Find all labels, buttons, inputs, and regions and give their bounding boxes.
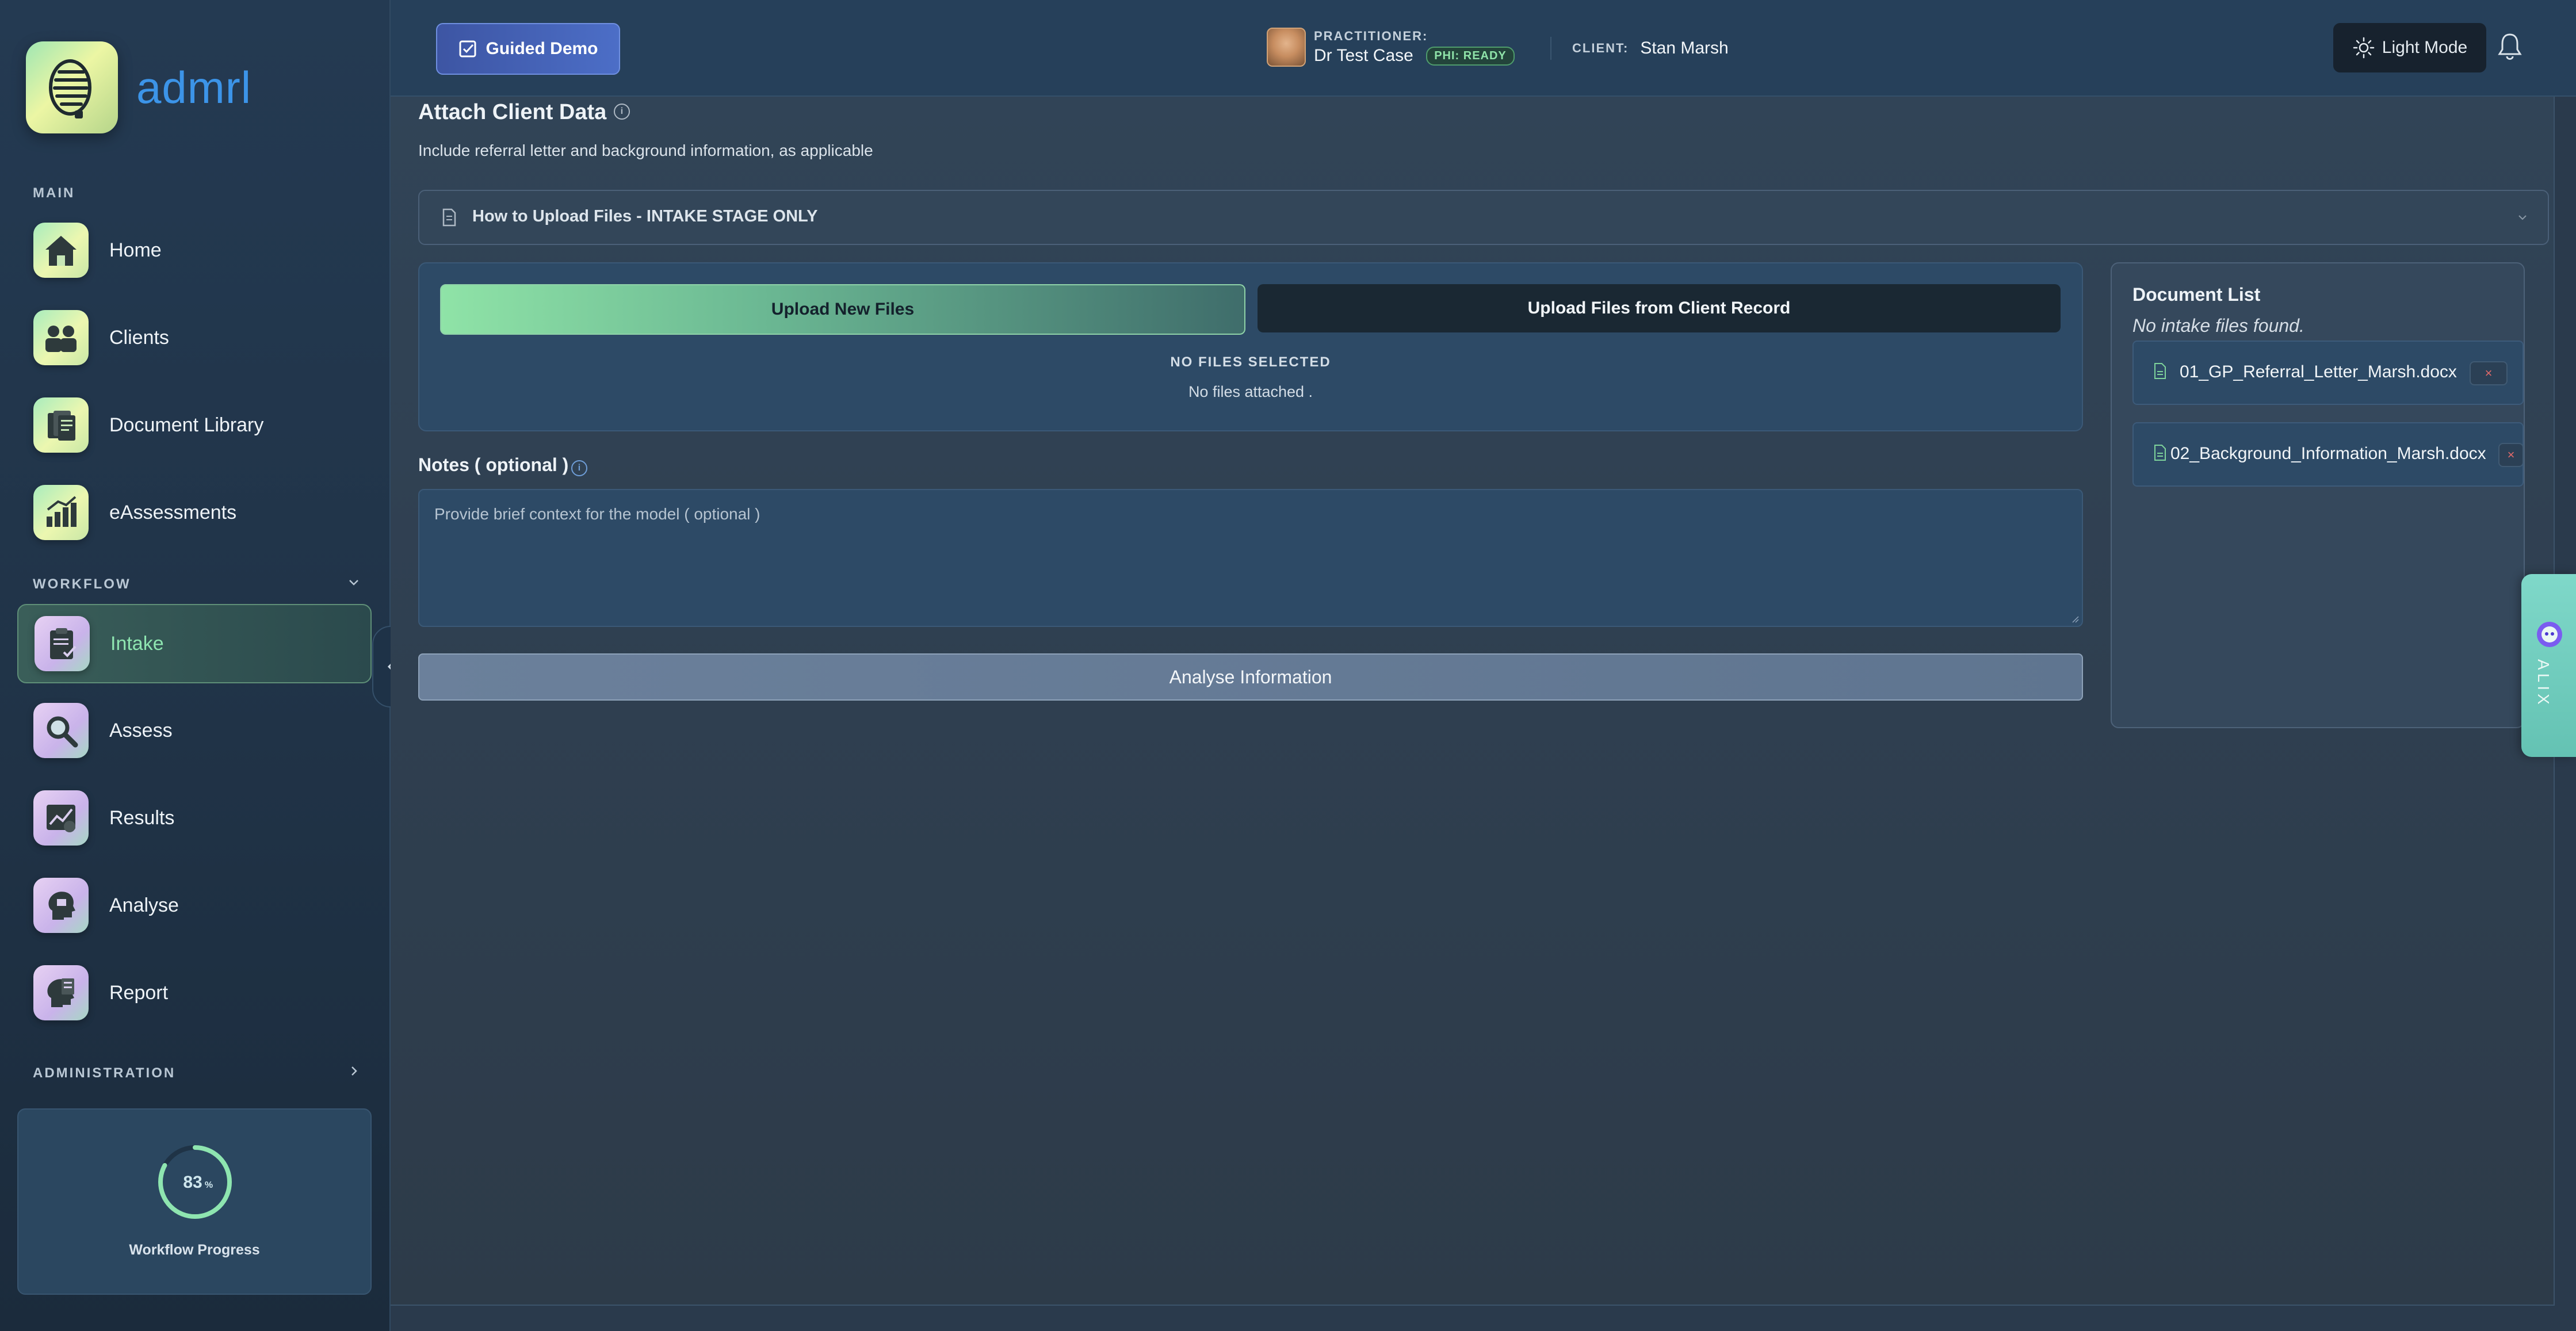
analyse-information-button[interactable]: Analyse Information xyxy=(418,653,2083,701)
notes-textarea[interactable]: Provide brief context for the model ( op… xyxy=(418,489,2083,627)
client-info: CLIENT: Stan Marsh xyxy=(1550,37,1729,60)
assistant-bot-icon xyxy=(2537,622,2562,647)
eassessments-icon xyxy=(33,485,89,540)
page-title: Attach Client Data xyxy=(418,100,607,124)
guided-demo-button[interactable]: Guided Demo xyxy=(436,23,620,75)
sidebar-item-eassessments[interactable]: eAssessments xyxy=(17,474,369,551)
sidebar-item-clients[interactable]: Clients xyxy=(17,299,369,376)
sidebar-item-report[interactable]: Report xyxy=(17,954,369,1031)
client-name: Stan Marsh xyxy=(1640,39,1729,58)
document-name: 02_Background_Information_Marsh.docx xyxy=(2170,444,2486,463)
phi-status-badge: PHI: READY xyxy=(1426,47,1515,66)
intake-icon xyxy=(35,616,90,671)
section-administration-label: ADMINISTRATION xyxy=(33,1065,176,1081)
workflow-progress-card: 83 % Workflow Progress xyxy=(17,1108,372,1295)
no-files-selected-text: NO FILES SELECTED xyxy=(1170,354,1331,370)
sidebar-item-assess[interactable]: Assess xyxy=(17,692,369,769)
sidebar-item-label: Document Library xyxy=(109,414,264,436)
document-item[interactable]: 01_GP_Referral_Letter_Marsh.docx × xyxy=(2132,341,2524,405)
section-main-label: MAIN xyxy=(33,185,75,201)
light-mode-button[interactable]: Light Mode xyxy=(2333,23,2486,72)
document-list-panel: Document List No intake files found. 01_… xyxy=(2111,262,2525,728)
document-library-icon xyxy=(33,397,89,453)
avatar xyxy=(1267,28,1306,67)
progress-ring: 83 % xyxy=(158,1145,232,1219)
progress-value: 83 xyxy=(183,1173,202,1192)
chevron-right-icon xyxy=(347,1064,361,1081)
sidebar-item-label: eAssessments xyxy=(109,501,237,523)
chevron-down-icon xyxy=(347,575,361,592)
remove-document-button[interactable]: × xyxy=(2498,443,2524,467)
info-icon[interactable]: i xyxy=(614,104,630,120)
main-content: Attach Client Data i Include referral le… xyxy=(391,97,2555,1306)
results-icon xyxy=(33,790,89,846)
brand-name: admrl xyxy=(136,62,252,113)
checklist-icon xyxy=(459,40,476,58)
brand[interactable]: admrl xyxy=(26,41,251,133)
notifications-button[interactable] xyxy=(2497,31,2523,66)
report-icon xyxy=(33,965,89,1020)
sidebar-item-label: Results xyxy=(109,806,175,829)
sidebar-item-label: Report xyxy=(109,981,169,1004)
practitioner-label: PRACTITIONER: xyxy=(1314,28,1428,43)
file-icon xyxy=(2154,363,2166,379)
progress-label: Workflow Progress xyxy=(129,1242,260,1258)
sun-icon xyxy=(2353,37,2375,59)
no-files-attached-text: No files attached . xyxy=(1188,383,1313,400)
sidebar-item-analyse[interactable]: Analyse xyxy=(17,867,369,944)
guided-demo-label: Guided Demo xyxy=(486,39,598,58)
analyse-icon xyxy=(33,878,89,933)
resize-handle-icon[interactable] xyxy=(2070,614,2080,624)
light-mode-label: Light Mode xyxy=(2382,38,2468,57)
sidebar-item-results[interactable]: Results xyxy=(17,779,369,856)
assess-icon xyxy=(33,703,89,758)
upload-panel: Upload New Files Upload Files from Clien… xyxy=(418,262,2083,431)
notes-placeholder: Provide brief context for the model ( op… xyxy=(434,505,760,523)
practitioner-name: Dr Test Case xyxy=(1314,45,1413,65)
document-icon xyxy=(442,208,456,227)
sidebar-item-label: Intake xyxy=(110,632,164,655)
alix-assistant-tab[interactable]: ALIX xyxy=(2521,574,2576,757)
sidebar-item-intake[interactable]: Intake xyxy=(17,604,372,683)
notes-info-icon[interactable]: i xyxy=(571,460,587,476)
administration-section-toggle[interactable]: ADMINISTRATION xyxy=(33,1065,357,1081)
section-workflow-label: WORKFLOW xyxy=(33,576,131,592)
notes-label: Notes ( optional ) xyxy=(418,454,569,475)
progress-unit: % xyxy=(205,1180,213,1190)
remove-document-button[interactable]: × xyxy=(2470,361,2508,385)
document-item[interactable]: 02_Background_Information_Marsh.docx × xyxy=(2132,422,2524,487)
bell-icon xyxy=(2498,33,2522,60)
top-bar: Guided Demo PRACTITIONER: Dr Test Case P… xyxy=(391,0,2576,97)
tab-upload-from-client-record[interactable]: Upload Files from Client Record xyxy=(1258,284,2061,332)
sidebar-item-label: Clients xyxy=(109,326,169,349)
sidebar-item-label: Analyse xyxy=(109,894,179,916)
sidebar-item-home[interactable]: Home xyxy=(17,212,369,289)
sidebar: admrl MAIN Home Clients Document Library… xyxy=(0,0,391,1331)
chevron-down-icon xyxy=(2518,215,2527,220)
accordion-title: How to Upload Files - INTAKE STAGE ONLY xyxy=(472,207,818,225)
document-list-title: Document List xyxy=(2132,284,2261,305)
page-subtitle: Include referral letter and background i… xyxy=(418,141,873,159)
upload-help-accordion[interactable]: How to Upload Files - INTAKE STAGE ONLY xyxy=(418,190,2549,245)
tab-upload-new-files[interactable]: Upload New Files xyxy=(440,284,1245,335)
admrl-logo-icon xyxy=(26,41,118,133)
document-list-empty-text: No intake files found. xyxy=(2132,315,2304,336)
client-label: CLIENT: xyxy=(1572,41,1629,55)
sidebar-item-label: Assess xyxy=(109,719,173,741)
workflow-section-toggle[interactable]: WORKFLOW xyxy=(33,576,358,592)
document-name: 01_GP_Referral_Letter_Marsh.docx xyxy=(2180,362,2457,381)
sidebar-item-document-library[interactable]: Document Library xyxy=(17,387,369,464)
file-icon xyxy=(2154,445,2166,461)
practitioner-info: PRACTITIONER: Dr Test Case PHI: READY xyxy=(1267,28,1515,67)
alix-label: ALIX xyxy=(2535,659,2552,708)
sidebar-item-label: Home xyxy=(109,239,162,261)
clients-icon xyxy=(33,310,89,365)
home-icon xyxy=(33,223,89,278)
